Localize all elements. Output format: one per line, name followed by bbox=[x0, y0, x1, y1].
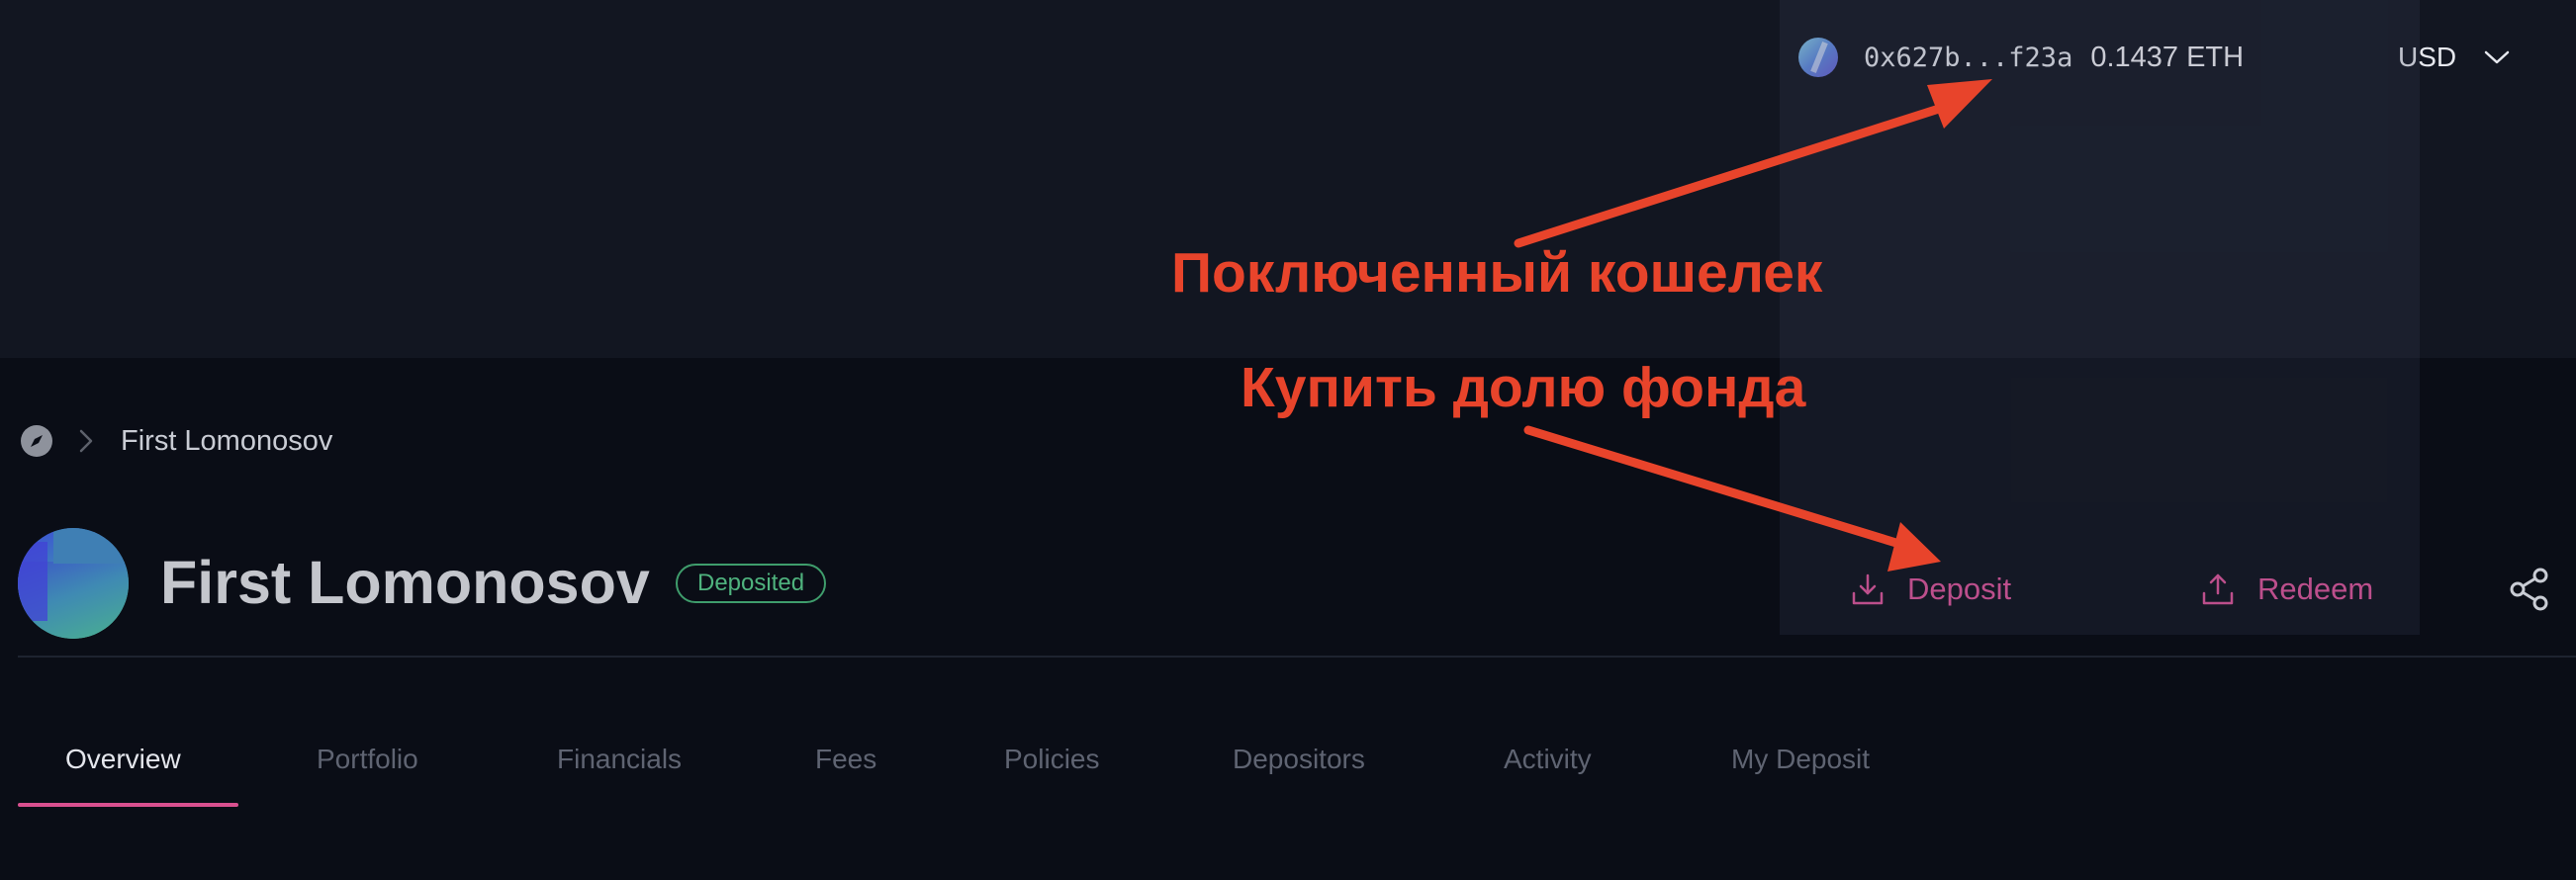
annotation-wallet: Поключенный кошелек bbox=[1171, 241, 1823, 305]
active-tab-indicator bbox=[18, 803, 238, 807]
breadcrumb-current: First Lomonosov bbox=[121, 424, 333, 457]
tab-activity[interactable]: Activity bbox=[1504, 744, 1592, 775]
tab-financials[interactable]: Financials bbox=[557, 744, 682, 775]
tab-overview[interactable]: Overview bbox=[65, 744, 181, 775]
compass-icon[interactable] bbox=[20, 424, 53, 458]
fund-title: First Lomonosov bbox=[160, 549, 650, 616]
breadcrumb: First Lomonosov bbox=[20, 423, 332, 459]
annotation-highlight bbox=[1780, 0, 2420, 635]
tab-portfolio[interactable]: Portfolio bbox=[317, 744, 418, 775]
tab-fees[interactable]: Fees bbox=[815, 744, 876, 775]
tab-my-deposit[interactable]: My Deposit bbox=[1731, 744, 1870, 775]
header-divider bbox=[18, 656, 2576, 658]
share-icon[interactable] bbox=[2508, 568, 2551, 611]
chevron-down-icon bbox=[2484, 50, 2510, 64]
status-badge: Deposited bbox=[676, 564, 827, 603]
annotation-buy-share: Купить долю фонда bbox=[1241, 356, 1806, 419]
page: 0x627b...f23a 0.1437 ETH USD First Lomon… bbox=[0, 0, 2576, 880]
tab-policies[interactable]: Policies bbox=[1004, 744, 1099, 775]
tab-depositors[interactable]: Depositors bbox=[1233, 744, 1365, 775]
fund-avatar bbox=[18, 528, 129, 639]
chevron-right-icon bbox=[79, 429, 93, 453]
